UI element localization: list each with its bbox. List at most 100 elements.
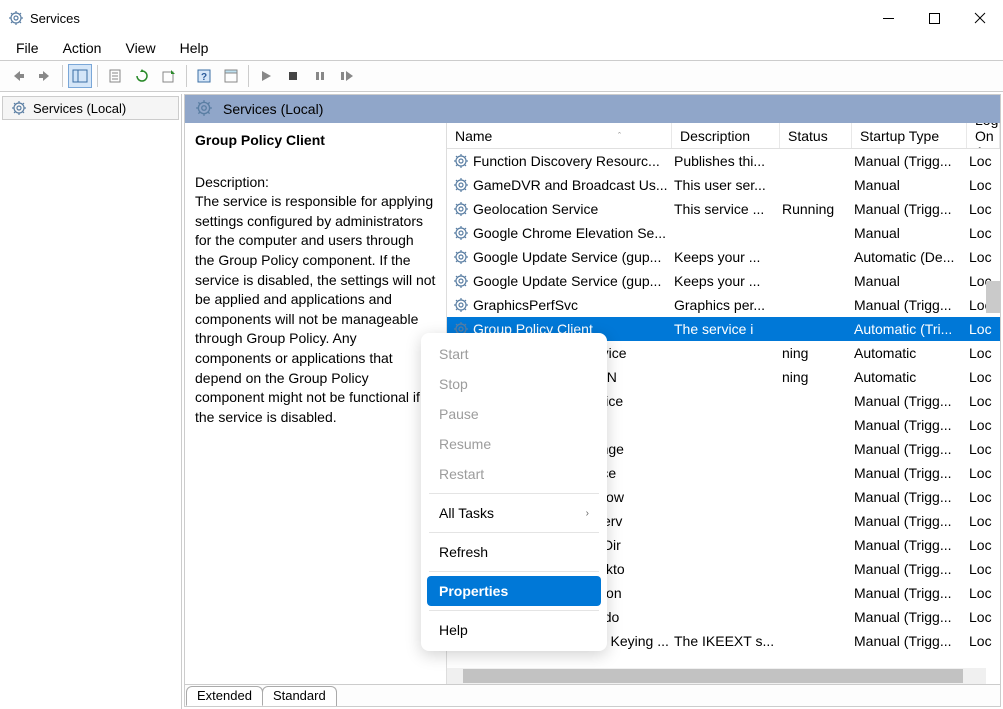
properties-button[interactable] bbox=[103, 64, 127, 88]
show-hide-tree-button[interactable] bbox=[68, 64, 92, 88]
row-logon: Loc bbox=[967, 509, 1000, 533]
gear-icon bbox=[453, 225, 469, 241]
service-row[interactable]: GraphicsPerfSvcGraphics per...Manual (Tr… bbox=[447, 293, 1000, 317]
row-desc: Keeps your ... bbox=[672, 245, 780, 269]
start-service-button[interactable] bbox=[254, 64, 278, 88]
back-button[interactable] bbox=[6, 64, 30, 88]
col-description[interactable]: Description bbox=[672, 123, 780, 148]
ctx-resume[interactable]: Resume bbox=[427, 429, 601, 459]
ctx-help[interactable]: Help bbox=[427, 615, 601, 645]
ctx-divider bbox=[429, 493, 599, 494]
ctx-pause[interactable]: Pause bbox=[427, 399, 601, 429]
row-name: Function Discovery Resourc... bbox=[473, 153, 660, 169]
row-status bbox=[780, 245, 852, 269]
row-desc: The IKEEXT s... bbox=[672, 629, 780, 653]
menu-action[interactable]: Action bbox=[53, 38, 112, 58]
row-logon: Loc bbox=[967, 605, 1000, 629]
row-desc: Graphics per... bbox=[672, 293, 780, 317]
row-logon: Loc bbox=[967, 557, 1000, 581]
row-desc bbox=[672, 557, 780, 581]
row-desc bbox=[672, 221, 780, 245]
service-row[interactable]: Google Update Service (gup...Keeps your … bbox=[447, 269, 1000, 293]
row-logon: Loc bbox=[967, 245, 1000, 269]
row-desc bbox=[672, 509, 780, 533]
ctx-start[interactable]: Start bbox=[427, 339, 601, 369]
row-desc bbox=[672, 413, 780, 437]
ctx-stop[interactable]: Stop bbox=[427, 369, 601, 399]
col-startup[interactable]: Startup Type bbox=[852, 123, 967, 148]
tab-extended[interactable]: Extended bbox=[186, 686, 263, 706]
row-logon: Loc bbox=[967, 461, 1000, 485]
row-status bbox=[780, 629, 852, 653]
row-status: Running bbox=[780, 197, 852, 221]
context-menu: Start Stop Pause Resume Restart All Task… bbox=[421, 333, 607, 651]
minimize-button[interactable] bbox=[865, 0, 911, 36]
description-label: Description: bbox=[195, 173, 436, 193]
row-status bbox=[780, 605, 852, 629]
horizontal-scrollbar[interactable] bbox=[447, 668, 986, 684]
row-desc bbox=[672, 461, 780, 485]
row-logon: Loc bbox=[967, 413, 1000, 437]
help-button[interactable]: ? bbox=[192, 64, 216, 88]
row-logon: Loc bbox=[967, 341, 1000, 365]
tree-item-services-local[interactable]: Services (Local) bbox=[2, 96, 179, 120]
row-logon: Loc bbox=[967, 533, 1000, 557]
row-desc: The service i bbox=[672, 317, 780, 341]
service-row[interactable]: Geolocation ServiceThis service ...Runni… bbox=[447, 197, 1000, 221]
service-row[interactable]: Google Update Service (gup... Keeps your … bbox=[447, 245, 1000, 269]
menu-help[interactable]: Help bbox=[170, 38, 219, 58]
row-name: Google Update Service (gup... bbox=[473, 273, 661, 289]
row-desc bbox=[672, 365, 780, 389]
close-button[interactable] bbox=[957, 0, 1003, 36]
ctx-refresh[interactable]: Refresh bbox=[427, 537, 601, 567]
col-name[interactable]: Nameˆ bbox=[447, 123, 672, 148]
menu-view[interactable]: View bbox=[115, 38, 165, 58]
row-desc bbox=[672, 533, 780, 557]
forward-button[interactable] bbox=[33, 64, 57, 88]
row-name: GraphicsPerfSvc bbox=[473, 297, 578, 313]
refresh-button[interactable] bbox=[130, 64, 154, 88]
export-list-button[interactable] bbox=[157, 64, 181, 88]
gear-icon bbox=[453, 297, 469, 313]
row-startup: Manual (Trigg... bbox=[852, 413, 967, 437]
row-status: ning bbox=[780, 365, 852, 389]
gear-icon bbox=[453, 177, 469, 193]
row-desc: This user ser... bbox=[672, 173, 780, 197]
row-name: GameDVR and Broadcast Us... bbox=[473, 177, 668, 193]
row-logon: Loc bbox=[967, 485, 1000, 509]
row-status bbox=[780, 509, 852, 533]
restart-service-button[interactable] bbox=[335, 64, 359, 88]
menu-file[interactable]: File bbox=[6, 38, 49, 58]
pane-header: Services (Local) bbox=[185, 95, 1000, 123]
service-row[interactable]: GameDVR and Broadcast Us...This user ser… bbox=[447, 173, 1000, 197]
col-logon[interactable]: Log On As bbox=[967, 123, 1000, 148]
window-title: Services bbox=[30, 11, 865, 26]
toolbar-button-a[interactable] bbox=[219, 64, 243, 88]
row-logon: Loc bbox=[967, 221, 1000, 245]
gear-icon bbox=[453, 153, 469, 169]
ctx-properties[interactable]: Properties bbox=[427, 576, 601, 606]
row-startup: Manual (Trigg... bbox=[852, 533, 967, 557]
maximize-button[interactable] bbox=[911, 0, 957, 36]
row-name: Google Update Service (gup... bbox=[473, 249, 661, 265]
pause-service-button[interactable] bbox=[308, 64, 332, 88]
stop-service-button[interactable] bbox=[281, 64, 305, 88]
vertical-scrollbar[interactable] bbox=[986, 281, 1000, 313]
row-status: ning bbox=[780, 341, 852, 365]
row-status bbox=[780, 317, 852, 341]
row-startup: Manual (Trigg... bbox=[852, 557, 967, 581]
tab-standard[interactable]: Standard bbox=[262, 686, 337, 706]
row-logon: Loc bbox=[967, 581, 1000, 605]
svg-text:?: ? bbox=[201, 72, 207, 83]
gear-icon bbox=[453, 201, 469, 217]
service-row[interactable]: Google Chrome Elevation Se...ManualLoc bbox=[447, 221, 1000, 245]
ctx-divider bbox=[429, 571, 599, 572]
col-status[interactable]: Status bbox=[780, 123, 852, 148]
ctx-all-tasks[interactable]: All Tasks› bbox=[427, 498, 601, 528]
row-status bbox=[780, 437, 852, 461]
row-startup: Automatic (De... bbox=[852, 245, 967, 269]
row-startup: Manual bbox=[852, 269, 967, 293]
row-status bbox=[780, 533, 852, 557]
ctx-restart[interactable]: Restart bbox=[427, 459, 601, 489]
service-row[interactable]: Function Discovery Resourc...Publishes t… bbox=[447, 149, 1000, 173]
